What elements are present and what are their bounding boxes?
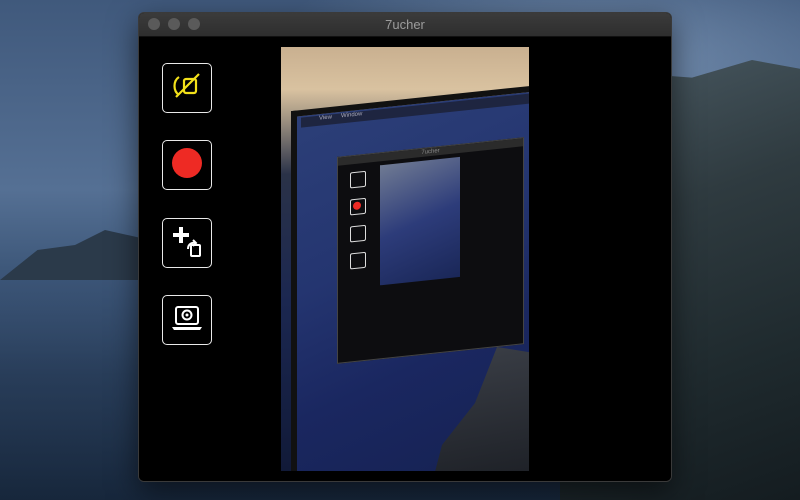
- preview-nested-camera-icon: [350, 251, 366, 270]
- no-mirror-icon: [170, 69, 204, 108]
- app-window: 7ucher View Window 7ucher: [138, 12, 672, 482]
- preview-menu-window: Window: [341, 111, 363, 120]
- title-bar[interactable]: 7ucher: [139, 13, 671, 37]
- window-title: 7ucher: [385, 17, 425, 32]
- preview-nested-mirror-icon: [350, 170, 366, 189]
- laptop-camera-icon: [169, 300, 205, 341]
- add-overlay-button[interactable]: [162, 218, 212, 268]
- preview-nested-feed: [380, 156, 460, 286]
- mirror-toggle-button[interactable]: [162, 63, 212, 113]
- window-content: View Window 7ucher: [139, 37, 671, 481]
- record-button[interactable]: [162, 140, 212, 190]
- preview-nested-add-icon: [350, 224, 366, 243]
- preview-nested-record-icon: [350, 197, 366, 216]
- preview-menu-view: View: [319, 114, 332, 122]
- record-icon: [170, 146, 204, 185]
- camera-source-button[interactable]: [162, 295, 212, 345]
- camera-preview[interactable]: View Window 7ucher: [281, 47, 529, 471]
- preview-nested-window: 7ucher: [337, 137, 524, 364]
- add-rotate-icon: [169, 223, 205, 264]
